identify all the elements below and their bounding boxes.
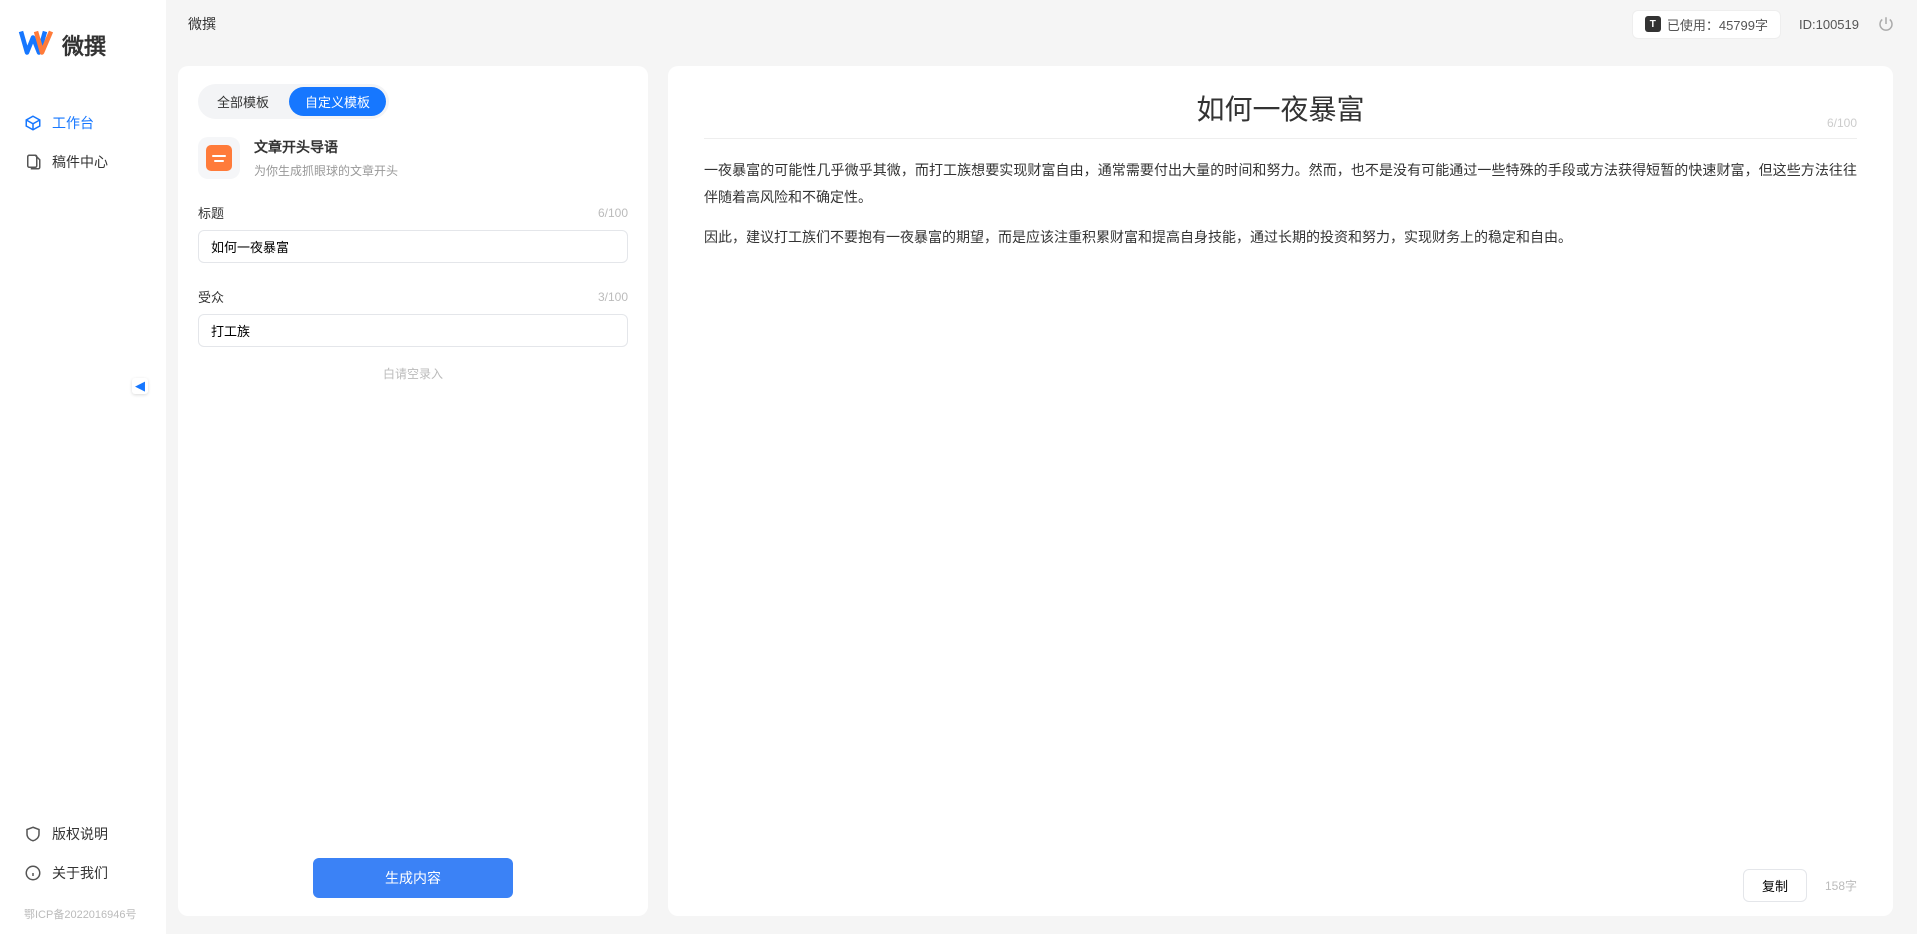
generate-button[interactable]: 生成内容 bbox=[313, 858, 513, 898]
sidebar: 微撰 工作台 稿件中心 版权说明 bbox=[0, 0, 166, 934]
sidebar-collapse-handle[interactable]: ◀ bbox=[132, 378, 148, 394]
template-header: 文章开头导语 为你生成抓眼球的文章开头 bbox=[198, 137, 628, 179]
sidebar-item-label: 工作台 bbox=[52, 113, 94, 133]
usage-text: 已使用：45799字 bbox=[1667, 15, 1768, 34]
document-icon bbox=[24, 153, 42, 171]
copy-button[interactable]: 复制 bbox=[1743, 869, 1807, 902]
divider bbox=[704, 138, 1857, 139]
info-icon bbox=[24, 864, 42, 882]
page-title: 微撰 bbox=[188, 14, 216, 34]
output-body: 一夜暴富的可能性几乎微乎其微，而打工族想要实现财富自由，通常需要付出大量的时间和… bbox=[704, 157, 1857, 869]
output-paragraph: 一夜暴富的可能性几乎微乎其微，而打工族想要实现财富自由，通常需要付出大量的时间和… bbox=[704, 157, 1857, 210]
tab-custom-templates[interactable]: 自定义模板 bbox=[289, 87, 386, 116]
field-char-count: 6/100 bbox=[598, 206, 628, 220]
sidebar-item-drafts[interactable]: 稿件中心 bbox=[0, 144, 166, 180]
output-title: 如何一夜暴富 bbox=[1196, 95, 1364, 126]
sidebar-item-workspace[interactable]: 工作台 bbox=[0, 105, 166, 141]
empty-hint: 白请空录入 bbox=[198, 365, 628, 382]
sidebar-nav: 工作台 稿件中心 bbox=[0, 102, 166, 813]
input-panel: 全部模板 自定义模板 文章开头导语 为你生成抓眼球的文章开头 标题 6/ bbox=[178, 66, 648, 916]
usage-badge[interactable]: T 已使用：45799字 bbox=[1632, 10, 1781, 39]
cube-icon bbox=[24, 114, 42, 132]
main: 微撰 T 已使用：45799字 ID:100519 全部模板 自定义模板 bbox=[166, 0, 1917, 934]
field-label: 受众 bbox=[198, 287, 224, 306]
field-char-count: 3/100 bbox=[598, 290, 628, 304]
text-icon: T bbox=[1645, 16, 1661, 32]
template-desc: 为你生成抓眼球的文章开头 bbox=[254, 162, 398, 179]
audience-input[interactable] bbox=[198, 314, 628, 347]
output-title-count: 6/100 bbox=[1827, 116, 1857, 130]
sidebar-item-label: 版权说明 bbox=[52, 824, 108, 844]
chevron-left-icon: ◀ bbox=[135, 378, 145, 394]
output-paragraph: 因此，建议打工族们不要抱有一夜暴富的期望，而是应该注重积累财富和提高自身技能，通… bbox=[704, 224, 1857, 251]
field-label: 标题 bbox=[198, 203, 224, 222]
user-id: ID:100519 bbox=[1799, 17, 1859, 32]
sidebar-item-about[interactable]: 关于我们 bbox=[0, 855, 166, 891]
template-name: 文章开头导语 bbox=[254, 137, 398, 157]
title-input[interactable] bbox=[198, 230, 628, 263]
sidebar-item-copyright[interactable]: 版权说明 bbox=[0, 816, 166, 852]
field-title: 标题 6/100 bbox=[198, 203, 628, 263]
template-tabs: 全部模板 自定义模板 bbox=[198, 84, 389, 119]
sidebar-item-label: 关于我们 bbox=[52, 863, 108, 883]
output-panel: 如何一夜暴富 6/100 一夜暴富的可能性几乎微乎其微，而打工族想要实现财富自由… bbox=[668, 66, 1893, 916]
word-count: 158字 bbox=[1825, 877, 1857, 894]
field-audience: 受众 3/100 bbox=[198, 287, 628, 347]
logo-icon bbox=[18, 24, 54, 66]
brand-logo: 微撰 bbox=[0, 0, 166, 102]
article-icon bbox=[206, 145, 232, 171]
power-icon[interactable] bbox=[1877, 15, 1895, 33]
icp-text: 鄂ICP备2022016946号 bbox=[0, 894, 166, 922]
tab-all-templates[interactable]: 全部模板 bbox=[201, 87, 285, 116]
topbar: 微撰 T 已使用：45799字 ID:100519 bbox=[166, 0, 1917, 48]
brand-name: 微撰 bbox=[62, 29, 106, 61]
sidebar-footer: 版权说明 关于我们 鄂ICP备2022016946号 bbox=[0, 813, 166, 934]
template-icon bbox=[198, 137, 240, 179]
shield-icon bbox=[24, 825, 42, 843]
sidebar-item-label: 稿件中心 bbox=[52, 152, 108, 172]
